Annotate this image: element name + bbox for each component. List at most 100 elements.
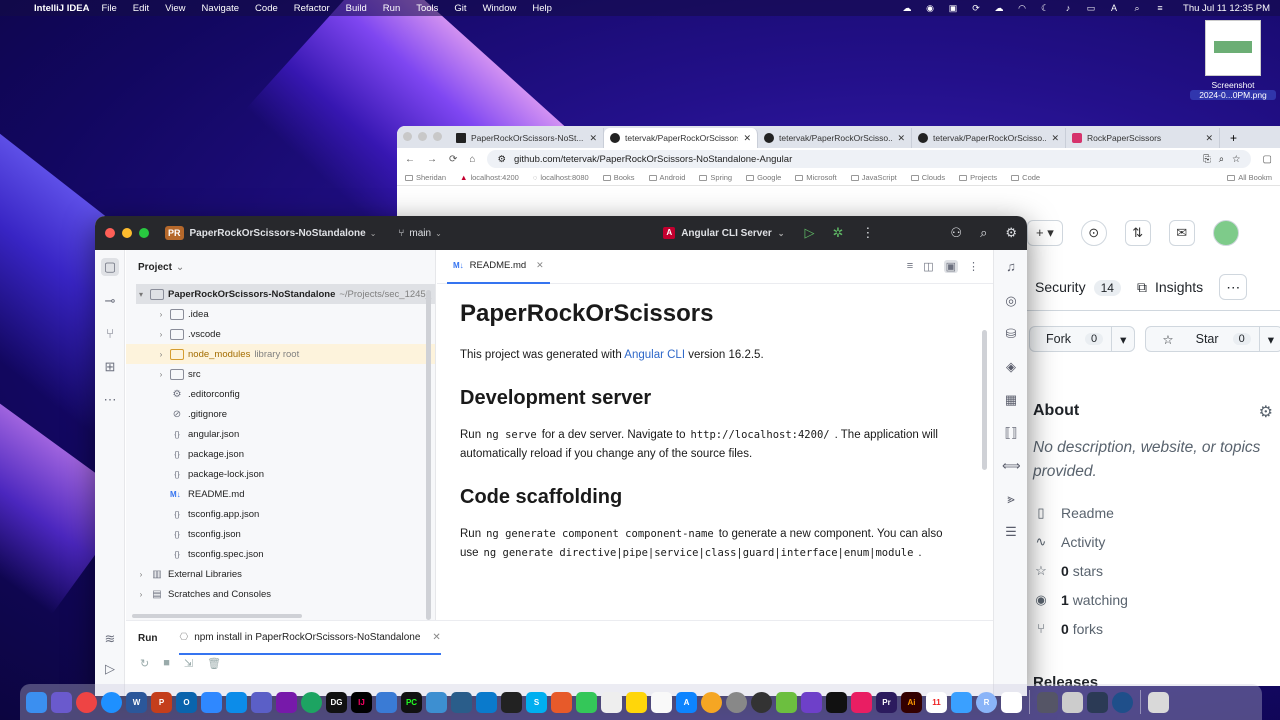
launchpad-icon[interactable] [51,691,72,713]
bookmark-item[interactable]: Projects [959,173,997,182]
tree-item[interactable]: {} package-lock.json [126,464,435,484]
home-icon[interactable]: ⌂ [469,154,475,165]
xcode-icon[interactable] [376,691,397,713]
network-icon[interactable] [451,691,472,713]
issues-icon[interactable]: ⊙ [1080,220,1107,246]
tree-hscrollbar[interactable] [132,614,302,618]
about-stars-link[interactable]: ☆ 0 stars [1033,556,1273,585]
bookmark-item[interactable]: Clouds [910,173,945,182]
word-icon[interactable]: W [126,691,147,713]
close-icon[interactable]: ✕ [1205,133,1213,144]
vscode-icon[interactable] [476,691,497,713]
volume-icon[interactable]: ♪ [1062,3,1074,13]
inkscape-icon[interactable] [776,691,797,713]
browser-close-button[interactable] [403,132,412,141]
split-view-icon[interactable]: ◫ [923,260,933,273]
chevron-icon[interactable]: ▾ [136,290,146,299]
browser-tab[interactable]: tetervak/PaperRockOrScisso... ✕ [758,128,912,148]
close-icon[interactable]: ✕ [536,260,544,271]
inbox-icon[interactable]: ✉ [1168,220,1195,246]
angular-cli-link[interactable]: Angular CLI [624,349,685,361]
project-panel-header[interactable]: Project ⌄ [126,250,435,284]
browser-minimize-button[interactable] [418,132,427,141]
pull-requests-icon[interactable]: ⇅ [1124,220,1151,246]
bookmark-star-icon[interactable]: ☆ [1232,154,1241,165]
more-icon[interactable]: ⋮ [968,260,979,273]
endpoints-icon[interactable]: ⟦⟧ [1002,424,1020,442]
run-configuration-selector[interactable]: A Angular CLI Server ⌄ [663,227,785,239]
cloud-icon[interactable]: ☁ [901,3,913,13]
outlook-icon[interactable]: O [176,691,197,713]
skype-icon[interactable]: S [526,691,547,713]
editor-only-icon[interactable]: ≡ [907,260,913,273]
tree-scrollbar[interactable] [426,290,431,620]
tree-item[interactable]: {} tsconfig.app.json [126,504,435,524]
quicktime-icon[interactable] [1112,691,1133,713]
sync-icon[interactable]: ⟳ [970,3,982,13]
restore-layout-icon[interactable]: ⇲ [184,657,193,670]
powerpoint-icon[interactable]: P [151,691,172,713]
editor-tab-readme[interactable]: M↓ README.md ✕ [447,250,550,284]
structure-icon[interactable]: ⊞ [101,358,119,376]
chip-icon[interactable]: ▦ [1002,391,1020,409]
ide-close-button[interactable] [105,228,115,238]
star-button[interactable]: ☆ Star 0 ▾ [1145,326,1280,352]
close-icon[interactable]: ✕ [743,133,751,144]
browser-tab[interactable]: tetervak/PaperRockOrScisso... ✕ [912,128,1066,148]
menu-tools[interactable]: Tools [416,3,438,14]
creative-cloud-icon[interactable] [851,691,872,713]
bookmark-item[interactable]: JavaScript [850,173,897,182]
finder-icon[interactable] [26,691,47,713]
cloud-sync-icon[interactable]: ☁ [993,3,1005,13]
run-icon[interactable]: ▷ [805,225,815,241]
services-icon[interactable]: ☰ [1002,523,1020,541]
tab-security[interactable]: Security 14 [1035,279,1121,296]
about-watching-link[interactable]: ◉ 1 watching [1033,585,1273,614]
project-switcher[interactable]: PaperRockOrScissors-NoStandalone [190,228,366,239]
api-icon[interactable]: ⟺ [1002,457,1021,475]
tree-item[interactable]: › node_modules library root [126,344,435,364]
gear-icon[interactable]: ⚙ [1259,402,1273,422]
bookmark-item[interactable]: ▲ localhost:4200 [460,173,519,182]
menu-refactor[interactable]: Refactor [294,3,330,14]
github-desktop-icon[interactable] [751,691,772,713]
reminders-icon[interactable] [651,691,672,713]
fork-button[interactable]: Fork 0 ▾ [1029,326,1136,352]
browser-tab-active[interactable]: tetervak/PaperRockOrScissors... ✕ [604,128,758,148]
chevron-icon[interactable]: › [156,370,166,379]
tree-item[interactable]: {} angular.json [126,424,435,444]
bookmark-item[interactable]: Code [1011,173,1040,182]
about-readme-link[interactable]: ▯ Readme [1033,498,1273,527]
console-icon[interactable] [826,691,847,713]
tree-item[interactable]: {} tsconfig.json [126,524,435,544]
project-tool-icon[interactable]: ▢ [101,258,119,276]
bookmark-item[interactable]: Sheridan [405,173,446,182]
photos-icon[interactable] [701,691,722,713]
more-tools-icon[interactable]: ⋯ [101,391,119,409]
chevron-icon[interactable]: › [156,350,166,359]
bookmark-item[interactable]: Microsoft [795,173,837,182]
menu-view[interactable]: View [165,3,185,14]
about-activity-link[interactable]: ∿ Activity [1033,527,1273,556]
remote-desktop-icon[interactable]: R [976,691,997,713]
tree-item[interactable]: ⊘ .gitignore [126,404,435,424]
tree-item[interactable]: › ▤ Scratches and Consoles [126,584,435,604]
chevron-icon[interactable]: › [156,310,166,319]
tasks-icon[interactable] [226,691,247,713]
layers-icon[interactable]: ≋ [101,630,119,648]
tree-item[interactable]: › src [126,364,435,384]
teams-icon[interactable] [251,691,272,713]
chrome-icon[interactable] [76,691,97,713]
menu-build[interactable]: Build [346,3,367,14]
calendar-icon[interactable]: 11 [926,691,947,713]
stickies-icon[interactable] [626,691,647,713]
chevron-down-icon[interactable]: ▾ [1258,327,1280,351]
menu-git[interactable]: Git [454,3,466,14]
close-icon[interactable]: ✕ [589,133,597,144]
close-icon[interactable]: ✕ [432,632,440,643]
desktop-screenshot-file[interactable]: Screenshot 2024-0...0PM.png [1190,20,1276,100]
chevron-icon[interactable]: › [136,590,146,599]
menubar-clock[interactable]: Thu Jul 11 12:35 PM [1183,3,1270,14]
add-user-icon[interactable]: ⚇ [950,225,962,241]
back-icon[interactable]: ← [405,154,415,165]
